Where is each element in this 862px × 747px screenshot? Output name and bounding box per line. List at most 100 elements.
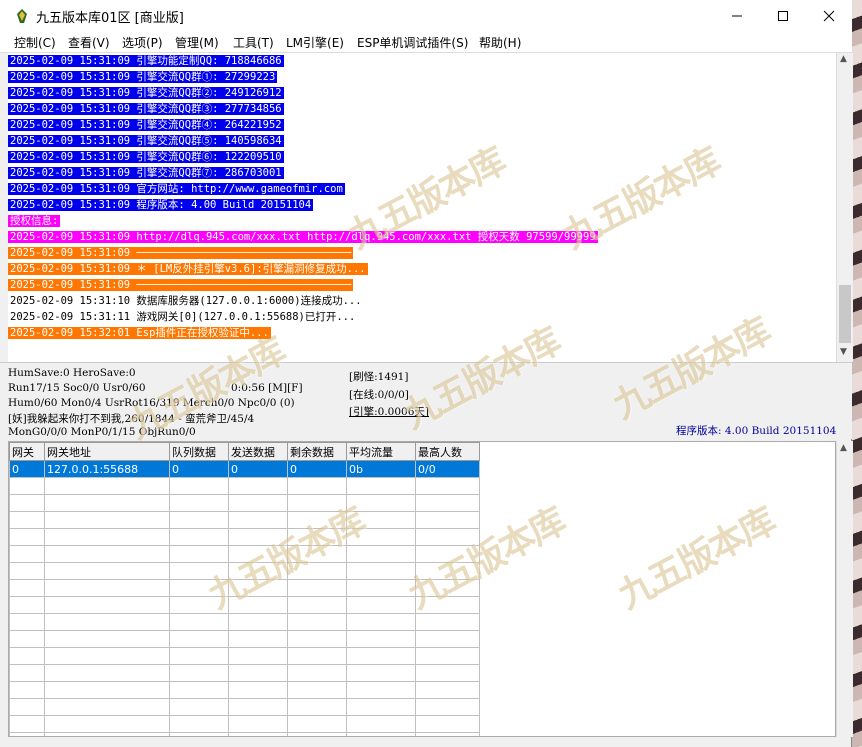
scroll-up-icon[interactable]: ▲	[840, 54, 847, 64]
empty-row	[9, 732, 480, 736]
table-cell: 0	[287, 460, 347, 478]
empty-cell	[287, 630, 347, 648]
app-icon	[17, 9, 27, 23]
status-online: [在线:0/0/0]	[349, 389, 409, 401]
log-line-text: 2025-02-09 15:31:09 引擎交流QQ群⑤: 140598634	[8, 135, 284, 147]
empty-cell	[346, 545, 416, 563]
log-line-text: 2025-02-09 15:31:11 游戏网关[0](127.0.0.1:55…	[10, 311, 356, 323]
empty-cell	[228, 732, 288, 736]
menu-control[interactable]: 控制(C)	[14, 34, 56, 51]
empty-cell	[169, 545, 229, 563]
column-header[interactable]: 网关	[9, 442, 45, 461]
empty-cell	[228, 545, 288, 563]
menu-lm-engine[interactable]: LM引擎(E)	[286, 34, 344, 51]
status-uptime: 0:0:56 [M][F]	[231, 382, 303, 394]
log-line-text: 2025-02-09 15:32:01 Esp插件正在授权验证中...	[8, 327, 271, 339]
log-line-text: 2025-02-09 15:31:09 ────────────────────…	[8, 247, 354, 259]
maximize-icon	[778, 11, 788, 21]
empty-cell	[169, 613, 229, 631]
log-line: 2025-02-09 15:31:09 引擎交流QQ群⑤: 140598634	[8, 133, 836, 149]
empty-cell	[287, 579, 347, 597]
empty-cell	[287, 681, 347, 699]
log-line: 2025-02-09 15:31:09 官方网站: http://www.gam…	[8, 181, 836, 197]
close-icon	[823, 10, 835, 22]
log-line: 2025-02-09 15:31:10 数据库服务器(127.0.0.1:600…	[8, 293, 836, 309]
log-line-text: 2025-02-09 15:31:09 http://dlq.945.com/x…	[8, 231, 598, 243]
log-line-text: 2025-02-09 15:31:10 数据库服务器(127.0.0.1:600…	[10, 295, 362, 307]
status-counts: Hum0/60 Mon0/4 UsrRot16/319 Merch0/0 Npc…	[8, 397, 295, 409]
menu-tools[interactable]: 工具(T)	[233, 34, 274, 51]
log-scrollbar[interactable]: ▲ ▼	[836, 53, 853, 362]
empty-cell	[415, 562, 480, 580]
scroll-thumb[interactable]	[839, 285, 851, 343]
empty-cell	[9, 664, 45, 682]
minimize-icon	[732, 15, 742, 17]
empty-cell	[9, 494, 45, 512]
status-save: HumSave:0 HeroSave:0	[8, 367, 136, 379]
empty-cell	[44, 681, 170, 699]
empty-cell	[346, 477, 416, 495]
table-row[interactable]: 0 127.0.0.1:55688 0 0 0 0b 0/0	[9, 460, 480, 478]
empty-row	[9, 511, 480, 529]
log-line: 2025-02-09 15:31:09 ────────────────────…	[8, 245, 836, 261]
empty-cell	[9, 596, 45, 614]
empty-row	[9, 630, 480, 648]
empty-cell	[228, 681, 288, 699]
log-line: 2025-02-09 15:31:09 引擎交流QQ群④: 264221952	[8, 117, 836, 133]
gateway-grid[interactable]: 网关 网关地址 队列数据 发送数据 剩余数据 平均流量 最高人数 0 127.0.0.1:556…	[8, 441, 836, 737]
empty-cell	[9, 579, 45, 597]
column-header[interactable]: 网关地址	[44, 442, 170, 461]
empty-cell	[169, 477, 229, 495]
column-header[interactable]: 平均流量	[346, 442, 416, 461]
log-output[interactable]: 2025-02-09 15:31:09 引擎功能定制QQ: 718846686 2…	[8, 53, 836, 362]
empty-cell	[415, 613, 480, 631]
empty-cell	[346, 596, 416, 614]
empty-cell	[44, 698, 170, 716]
empty-cell	[287, 732, 347, 736]
empty-cell	[169, 494, 229, 512]
empty-cell	[346, 528, 416, 546]
empty-cell	[228, 562, 288, 580]
log-line-text: 2025-02-09 15:31:09 引擎交流QQ群①: 27299223	[8, 71, 278, 83]
menu-manage[interactable]: 管理(M)	[175, 34, 219, 51]
empty-cell	[44, 579, 170, 597]
title-bar[interactable]: 九五版本库01区 [商业版]	[0, 0, 852, 32]
empty-cell	[346, 698, 416, 716]
log-line: 2025-02-09 15:31:09 程序版本: 4.00 Build 201…	[8, 197, 836, 213]
empty-cell	[346, 681, 416, 699]
empty-cell	[9, 715, 45, 733]
menu-options[interactable]: 选项(P)	[122, 34, 163, 51]
menu-help[interactable]: 帮助(H)	[479, 34, 521, 51]
grid-scrollbar[interactable]: ▲	[836, 441, 853, 737]
empty-cell	[346, 647, 416, 665]
minimize-button[interactable]	[714, 0, 760, 32]
empty-cell	[228, 715, 288, 733]
empty-cell	[415, 681, 480, 699]
empty-cell	[415, 511, 480, 529]
menu-view[interactable]: 查看(V)	[68, 34, 110, 51]
empty-cell	[228, 528, 288, 546]
empty-row	[9, 715, 480, 733]
log-line-text: 授权信息:	[8, 215, 61, 227]
column-header[interactable]: 队列数据	[169, 442, 229, 461]
close-button[interactable]	[806, 0, 852, 32]
empty-cell	[9, 647, 45, 665]
grid-scroll-up-icon[interactable]: ▲	[840, 443, 847, 453]
column-header[interactable]: 剩余数据	[287, 442, 347, 461]
log-line: 2025-02-09 15:31:09 ────────────────────…	[8, 277, 836, 293]
maximize-button[interactable]	[760, 0, 806, 32]
empty-cell	[346, 562, 416, 580]
empty-cell	[415, 715, 480, 733]
empty-cell	[287, 528, 347, 546]
menu-esp-plugin[interactable]: ESP单机调试插件(S)	[357, 34, 468, 51]
empty-cell	[44, 494, 170, 512]
log-line: 2025-02-09 15:31:11 游戏网关[0](127.0.0.1:55…	[8, 309, 836, 325]
column-header[interactable]: 最高人数	[415, 442, 480, 461]
version-label: 程序版本: 4.00 Build 20151104	[676, 425, 837, 437]
log-line: 2025-02-09 15:31:09 ＊ [LM反外挂引擎v3.6]:引擎漏洞…	[8, 261, 836, 277]
empty-cell	[44, 477, 170, 495]
column-header[interactable]: 发送数据	[228, 442, 288, 461]
log-line-text: 2025-02-09 15:31:09 引擎交流QQ群③: 277734856	[8, 103, 284, 115]
scroll-down-icon[interactable]: ▼	[840, 347, 847, 357]
empty-cell	[169, 681, 229, 699]
